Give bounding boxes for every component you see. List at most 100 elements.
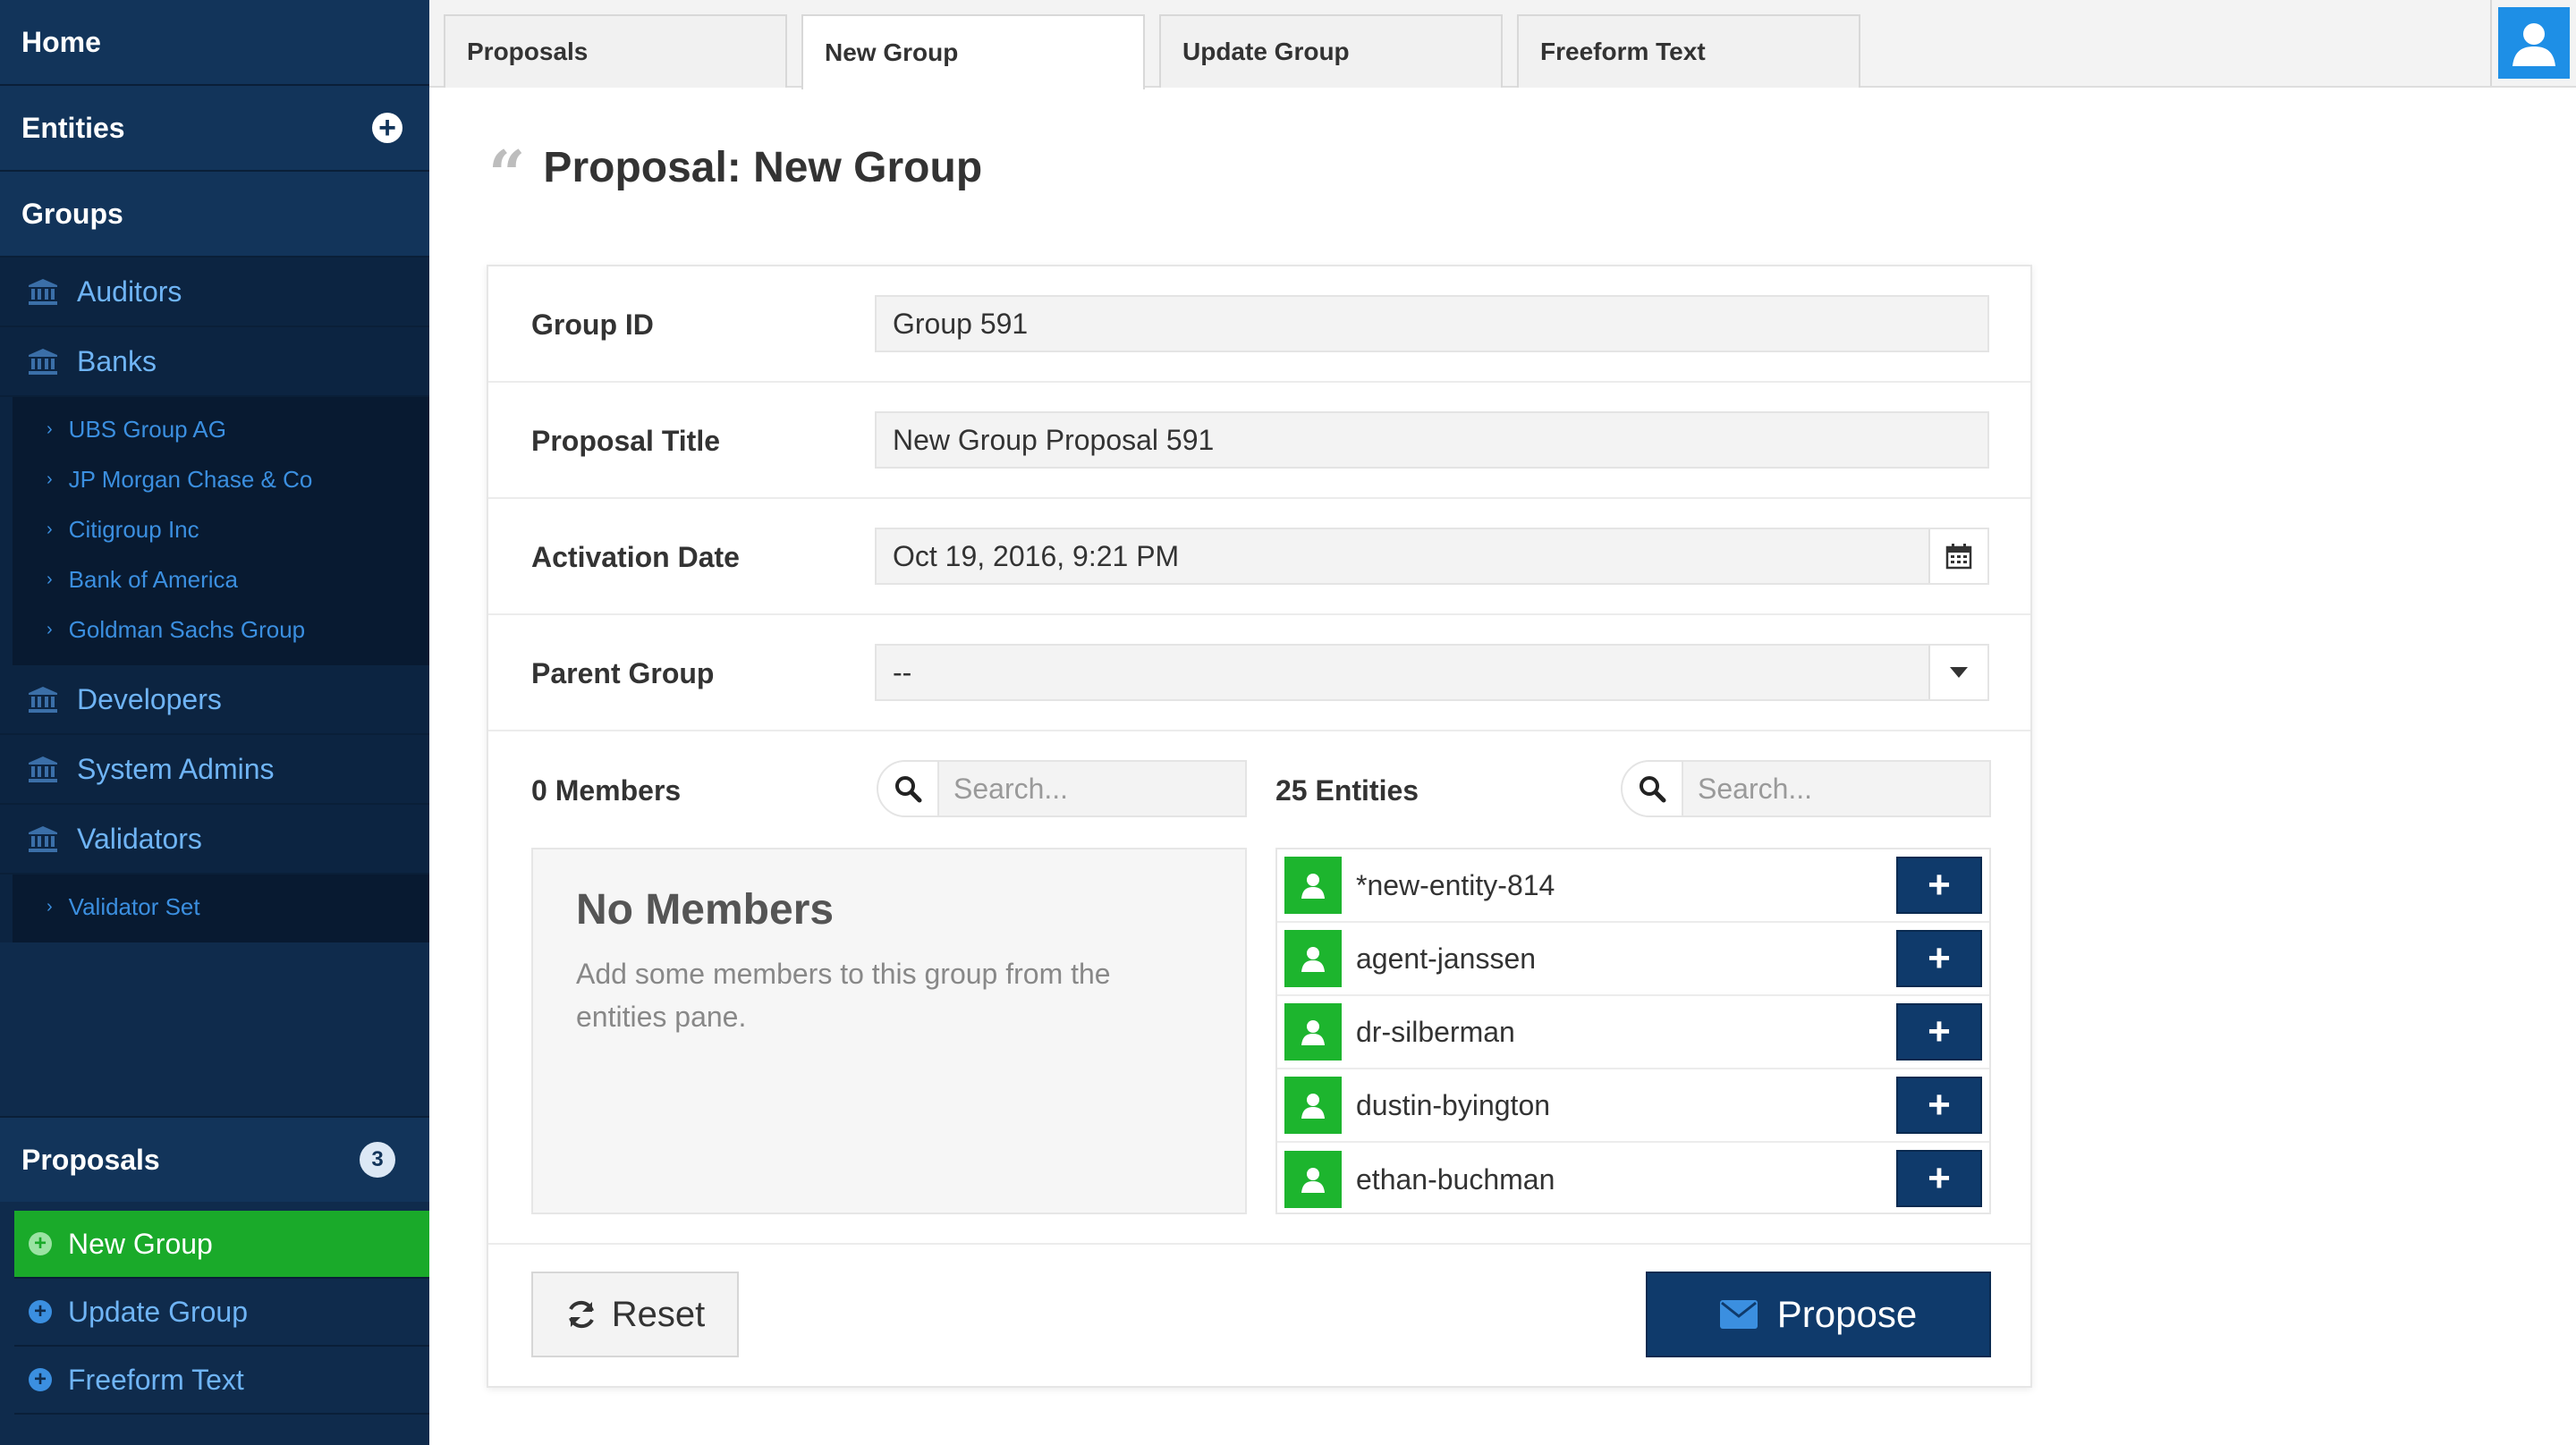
sidebar-subitem-label: JP Morgan Chase & Co (68, 465, 313, 493)
search-icon (878, 762, 939, 815)
sidebar-subitem-label: Citigroup Inc (68, 515, 199, 543)
members-search (877, 760, 1247, 817)
tab-update-group[interactable]: Update Group (1159, 14, 1503, 88)
entity-name: dustin-byington (1356, 1088, 1551, 1121)
page-title-text: Proposal: New Group (543, 144, 983, 191)
envelope-icon (1719, 1300, 1758, 1329)
sidebar-item-auditors[interactable]: Auditors (0, 258, 429, 327)
tab-bar: Proposals New Group Update Group Freefor… (429, 0, 2576, 89)
bank-icon (27, 824, 59, 853)
sidebar-subitem-bofa[interactable]: › Bank of America (13, 554, 429, 604)
activation-date-value: Oct 19, 2016, 9:21 PM (893, 539, 1180, 572)
sidebar-subitem-citigroup[interactable]: › Citigroup Inc (13, 504, 429, 554)
sidebar-groups[interactable]: Groups (0, 172, 429, 258)
entities-count-label: 25 Entities (1275, 774, 1419, 807)
footer-divider (488, 1243, 2030, 1245)
add-member-button[interactable]: + (1896, 1003, 1982, 1061)
user-icon (2498, 7, 2570, 79)
list-item: agent-janssen + (1277, 923, 1989, 996)
calendar-icon (1945, 544, 1972, 570)
parent-group-dropdown-toggle[interactable] (1928, 646, 1987, 699)
sidebar-subitem-jpmorgan[interactable]: › JP Morgan Chase & Co (13, 454, 429, 504)
list-item: dustin-byington + (1277, 1069, 1989, 1143)
entity-name: agent-janssen (1356, 942, 1537, 975)
members-search-input[interactable] (953, 762, 1240, 815)
proposal-type-list: + New Group + Update Group + Freeform Te… (14, 1211, 429, 1415)
parent-group-value: -- (893, 655, 912, 689)
tab-proposals[interactable]: Proposals (444, 14, 787, 88)
propose-button[interactable]: Propose (1646, 1272, 1991, 1357)
proposal-title-label: Proposal Title (531, 424, 721, 457)
group-id-field[interactable]: Group 591 (875, 295, 1989, 352)
entities-search (1621, 760, 1991, 817)
sidebar-home-label: Home (21, 25, 101, 58)
sidebar-subitem-goldman[interactable]: › Goldman Sachs Group (13, 604, 429, 655)
proposal-title-field[interactable]: New Group Proposal 591 (875, 411, 1989, 469)
proposal-title-row: Proposal Title New Group Proposal 591 (488, 383, 2030, 499)
reset-label: Reset (611, 1294, 706, 1334)
sidebar-item-label: System Admins (77, 752, 275, 785)
user-icon (1284, 1077, 1342, 1134)
reset-button[interactable]: Reset (531, 1272, 739, 1357)
sidebar-item-freeform-text[interactable]: + Freeform Text (14, 1347, 429, 1415)
activation-date-field[interactable]: Oct 19, 2016, 9:21 PM (875, 528, 1989, 585)
add-entity-icon[interactable]: + (372, 113, 402, 143)
add-member-button[interactable]: + (1896, 1077, 1982, 1134)
sidebar-subitem-validator-set[interactable]: › Validator Set (13, 882, 429, 932)
sidebar-item-banks[interactable]: Banks (0, 327, 429, 397)
groups-list: Auditors Banks › UBS Group AG › JP Morgan … (0, 258, 429, 942)
sidebar-entities-label: Entities (21, 111, 125, 144)
sidebar-item-label: New Group (68, 1227, 213, 1260)
list-item: *new-entity-814 + (1277, 849, 1989, 923)
sidebar-proposals[interactable]: Proposals 3 (0, 1116, 429, 1202)
proposals-count-badge: 3 (360, 1142, 395, 1178)
sidebar-item-new-group[interactable]: + New Group (14, 1211, 429, 1279)
sidebar-entities[interactable]: Entities + (0, 86, 429, 172)
sidebar-item-label: Freeform Text (68, 1363, 244, 1396)
bank-icon (27, 347, 59, 376)
sidebar-item-developers[interactable]: Developers (0, 665, 429, 735)
plus-circle-icon: + (29, 1232, 52, 1255)
bank-icon (27, 685, 59, 714)
tab-new-group[interactable]: New Group (801, 14, 1145, 89)
sidebar-item-update-group[interactable]: + Update Group (14, 1279, 429, 1347)
group-id-row: Group ID Group 591 (488, 266, 2030, 383)
list-item: ethan-buchman + (1277, 1143, 1989, 1216)
search-icon (1623, 762, 1683, 815)
list-item: dr-silberman + (1277, 996, 1989, 1069)
parent-group-select[interactable]: -- (875, 644, 1989, 701)
chevron-right-icon: › (47, 569, 53, 589)
tab-label: Update Group (1182, 38, 1350, 65)
tab-label: Freeform Text (1540, 38, 1706, 65)
sidebar-subitem-label: UBS Group AG (68, 415, 226, 443)
proposal-form-card: Group ID Group 591 Proposal Title New Gr… (487, 265, 2032, 1388)
plus-circle-icon: + (29, 1368, 52, 1391)
add-member-button[interactable]: + (1896, 857, 1982, 914)
tab-label: Proposals (467, 38, 589, 65)
user-icon (1284, 1151, 1342, 1208)
sidebar-home[interactable]: Home (0, 0, 429, 86)
entities-search-input[interactable] (1698, 762, 1984, 815)
sidebar-subitem-label: Validator Set (68, 892, 200, 920)
parent-group-row: Parent Group -- (488, 615, 2030, 731)
calendar-button[interactable] (1928, 529, 1987, 583)
parent-group-label: Parent Group (531, 656, 715, 689)
add-member-button[interactable]: + (1896, 1150, 1982, 1207)
caret-down-icon (1950, 667, 1968, 678)
user-account-button[interactable] (2490, 0, 2576, 86)
sidebar-subitem-ubs[interactable]: › UBS Group AG (13, 404, 429, 454)
tab-freeform-text[interactable]: Freeform Text (1517, 14, 1860, 88)
empty-members-text: Add some members to this group from the … (576, 958, 1111, 1033)
plus-circle-icon: + (29, 1300, 52, 1323)
sidebar-subitem-label: Bank of America (68, 565, 238, 593)
sidebar-item-system-admins[interactable]: System Admins (0, 735, 429, 805)
entity-name: ethan-buchman (1356, 1162, 1555, 1196)
tab-label: New Group (825, 38, 959, 66)
add-member-button[interactable]: + (1896, 930, 1982, 987)
chevron-right-icon: › (47, 619, 53, 639)
chevron-right-icon: › (47, 469, 53, 489)
chevron-right-icon: › (47, 896, 53, 917)
sidebar-item-validators[interactable]: Validators (0, 805, 429, 875)
bank-icon (27, 755, 59, 783)
banks-sublist: › UBS Group AG › JP Morgan Chase & Co › Cit… (13, 397, 429, 665)
